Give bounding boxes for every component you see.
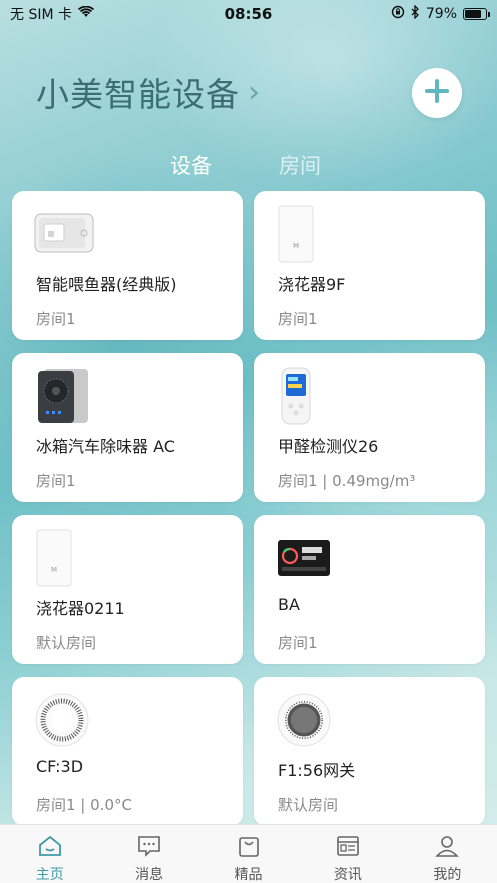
deodorizer-icon: [34, 365, 104, 427]
tabbar-item-shop[interactable]: 精品: [199, 825, 298, 883]
battery-icon: [463, 8, 490, 20]
tab-rooms[interactable]: 房间: [279, 150, 321, 180]
tabbar-item-news[interactable]: 资讯: [298, 825, 397, 883]
device-card[interactable]: 冰箱汽车除味器 AC 房间1: [12, 353, 243, 502]
device-name: 智能喂鱼器(经典版): [36, 275, 177, 294]
plus-icon: [424, 78, 450, 108]
message-icon: [136, 835, 162, 861]
add-device-button[interactable]: [412, 68, 462, 118]
profile-icon: [434, 835, 460, 861]
gateway-icon: [276, 689, 346, 751]
tabbar-item-home[interactable]: 主页: [0, 825, 99, 883]
device-card[interactable]: F1:56网关 默认房间: [254, 677, 485, 826]
device-card[interactable]: 智能喂鱼器(经典版) 房间1: [12, 191, 243, 340]
device-room: 房间1: [278, 634, 318, 652]
plant-waterer-icon: M: [276, 203, 346, 265]
status-bar: 无 SIM 卡 08:56 79%: [0, 0, 497, 28]
device-name: F1:56网关: [278, 761, 356, 780]
tabbar-label: 我的: [433, 867, 462, 883]
tabbar-item-profile[interactable]: 我的: [398, 825, 497, 883]
shopping-bag-icon: [236, 835, 262, 861]
device-room: 房间1 | 0.0°C: [36, 796, 132, 814]
device-card[interactable]: M 浇花器0211 默认房间: [12, 515, 243, 664]
battery-percent: 79%: [425, 6, 457, 22]
bottom-tab-bar: 主页 消息 精品 资讯 我的: [0, 824, 497, 883]
chevron-right-icon: ›: [248, 74, 260, 110]
device-name: CF:3D: [36, 757, 84, 776]
tabbar-label: 主页: [35, 867, 64, 883]
device-room: 默认房间: [278, 796, 339, 814]
home-icon: [37, 835, 63, 861]
device-room: 房间1: [36, 472, 76, 490]
svg-text:M: M: [51, 566, 57, 574]
device-card[interactable]: M 浇花器9F 房间1: [254, 191, 485, 340]
device-room: 房间1: [36, 310, 76, 328]
svg-text:M: M: [293, 242, 299, 250]
sensor-disc-icon: [34, 689, 104, 751]
air-monitor-icon: [276, 527, 346, 589]
device-name: 浇花器9F: [278, 275, 346, 294]
device-room: 房间1: [278, 310, 318, 328]
device-room: 房间1 | 0.49mg/m³: [278, 472, 416, 490]
bluetooth-icon: [411, 4, 420, 23]
device-card[interactable]: CF:3D 房间1 | 0.0°C: [12, 677, 243, 826]
device-name: 浇花器0211: [36, 599, 125, 618]
device-name: 甲醛检测仪26: [278, 437, 379, 456]
device-card[interactable]: BA 房间1: [254, 515, 485, 664]
wifi-icon: [77, 5, 95, 22]
device-name: BA: [278, 595, 300, 614]
device-room: 默认房间: [36, 634, 97, 652]
device-name: 冰箱汽车除味器 AC: [36, 437, 175, 456]
tab-devices[interactable]: 设备: [170, 150, 212, 180]
tabbar-item-messages[interactable]: 消息: [99, 825, 198, 883]
news-icon: [335, 835, 361, 861]
tabbar-label: 资讯: [333, 867, 362, 883]
formaldehyde-detector-icon: [276, 365, 346, 427]
page-header[interactable]: 小美智能设备 ›: [36, 68, 260, 116]
status-time: 08:56: [224, 5, 273, 23]
rotation-lock-icon: [391, 5, 405, 23]
page-title: 小美智能设备: [36, 75, 240, 114]
plant-waterer-icon: M: [34, 527, 104, 589]
fish-feeder-icon: [34, 203, 104, 265]
tabbar-label: 精品: [234, 867, 263, 883]
carrier-label: 无 SIM 卡: [10, 7, 72, 23]
tabbar-label: 消息: [135, 867, 164, 883]
device-card[interactable]: 甲醛检测仪26 房间1 | 0.49mg/m³: [254, 353, 485, 502]
